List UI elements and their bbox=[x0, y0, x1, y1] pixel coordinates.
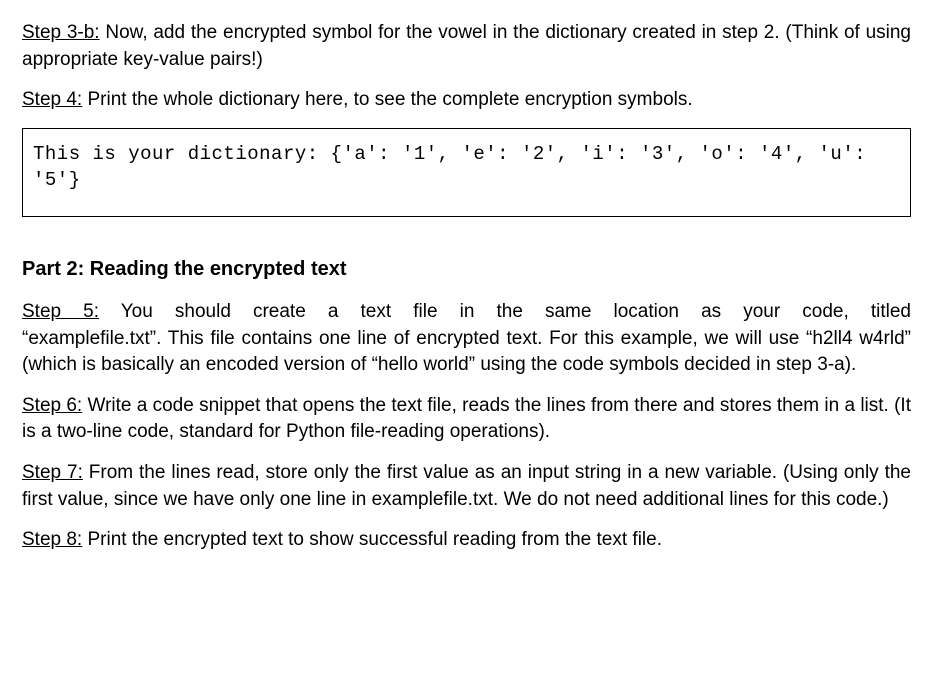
step-3b-text: Now, add the encrypted symbol for the vo… bbox=[22, 22, 911, 70]
step-4-text: Print the whole dictionary here, to see … bbox=[82, 89, 692, 110]
step-4-label: Step 4: bbox=[22, 89, 82, 110]
step-5-paragraph: Step 5: You should create a text file in… bbox=[22, 299, 911, 379]
step-5-rest: “examplefile.txt”. This file contains on… bbox=[22, 328, 911, 376]
step-6-text: Write a code snippet that opens the text… bbox=[22, 395, 911, 443]
step-8-text: Print the encrypted text to show success… bbox=[82, 529, 662, 550]
code-output-box: This is your dictionary: {'a': '1', 'e':… bbox=[22, 128, 911, 217]
step-6-paragraph: Step 6: Write a code snippet that opens … bbox=[22, 393, 911, 446]
code-output-text: This is your dictionary: {'a': '1', 'e':… bbox=[33, 143, 866, 192]
step-7-paragraph: Step 7: From the lines read, store only … bbox=[22, 460, 911, 513]
step-3b-label: Step 3-b: bbox=[22, 22, 100, 43]
step-5-line1: You should create a text file in the sam… bbox=[99, 301, 911, 322]
step-7-label: Step 7: bbox=[22, 462, 83, 483]
step-3b-paragraph: Step 3-b: Now, add the encrypted symbol … bbox=[22, 20, 911, 73]
step-5-label: Step 5: bbox=[22, 301, 99, 322]
part-2-heading: Part 2: Reading the encrypted text bbox=[22, 255, 911, 283]
step-6-label: Step 6: bbox=[22, 395, 82, 416]
step-8-label: Step 8: bbox=[22, 529, 82, 550]
step-4-paragraph: Step 4: Print the whole dictionary here,… bbox=[22, 87, 911, 114]
step-7-text: From the lines read, store only the firs… bbox=[22, 462, 911, 510]
step-8-paragraph: Step 8: Print the encrypted text to show… bbox=[22, 527, 911, 554]
